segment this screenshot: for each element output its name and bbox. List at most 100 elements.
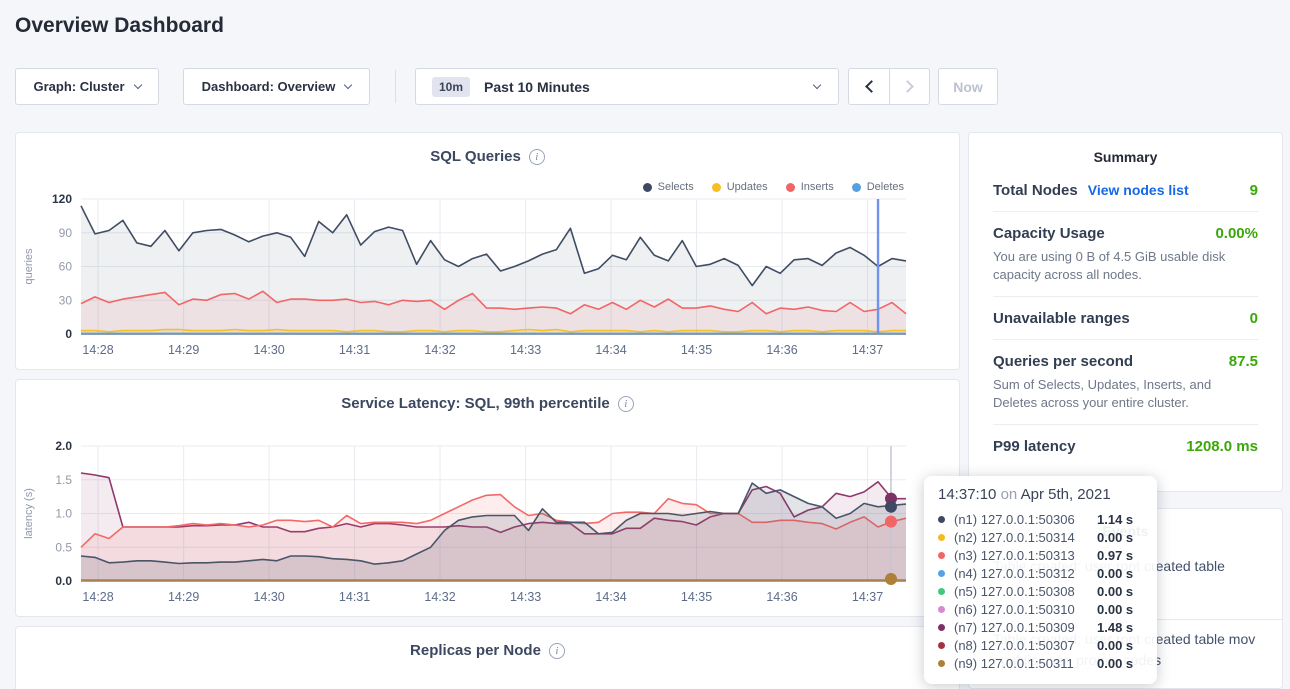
chevron-down-icon <box>813 80 821 88</box>
now-button[interactable]: Now <box>938 68 998 105</box>
summary-row: Queries per second 87.5 Sum of Selects, … <box>993 340 1258 425</box>
graph-dropdown[interactable]: Graph: Cluster <box>15 68 159 105</box>
node-color-dot-icon <box>938 552 945 559</box>
replicas-chart-title: Replicas per Node <box>410 642 541 659</box>
svg-text:14:33: 14:33 <box>510 590 541 604</box>
svg-text:queries: queries <box>23 248 35 285</box>
controls-divider <box>395 70 396 103</box>
svg-text:14:36: 14:36 <box>766 590 797 604</box>
svg-text:0.5: 0.5 <box>55 540 72 554</box>
svg-text:14:31: 14:31 <box>339 343 370 357</box>
tooltip-time: 14:37:10 <box>938 486 996 503</box>
node-color-dot-icon <box>938 534 945 541</box>
summary-row-label: Capacity Usage <box>993 225 1105 242</box>
svg-text:14:32: 14:32 <box>424 343 455 357</box>
chart-hover-tooltip: 14:37:10 on Apr 5th, 2021 (n1) 127.0.0.1… <box>924 476 1157 684</box>
node-color-dot-icon <box>938 570 945 577</box>
tooltip-node-row: (n2) 127.0.0.1:50314 0.00 s <box>938 528 1143 546</box>
svg-text:14:37: 14:37 <box>852 343 883 357</box>
svg-text:14:35: 14:35 <box>681 590 712 604</box>
tooltip-node-label: (n2) 127.0.0.1:50314 <box>954 530 1097 545</box>
summary-row-value: 0 <box>1250 310 1258 327</box>
summary-panel: Summary Total Nodes View nodes list 9 Ca… <box>968 132 1283 492</box>
summary-row-value: 87.5 <box>1229 353 1258 370</box>
summary-row-label: Total Nodes <box>993 182 1078 199</box>
svg-text:14:34: 14:34 <box>595 590 626 604</box>
svg-text:90: 90 <box>59 226 73 240</box>
node-color-dot-icon <box>938 660 945 667</box>
svg-text:0.0: 0.0 <box>55 574 72 588</box>
tooltip-node-label: (n9) 127.0.0.1:50311 <box>954 656 1097 671</box>
svg-text:14:29: 14:29 <box>168 590 199 604</box>
summary-row-desc: Sum of Selects, Updates, Inserts, and De… <box>993 376 1258 412</box>
svg-text:14:36: 14:36 <box>766 343 797 357</box>
time-range-badge: 10m <box>432 77 470 97</box>
svg-text:14:37: 14:37 <box>852 590 883 604</box>
info-icon[interactable]: i <box>549 643 565 659</box>
chevron-down-icon <box>133 80 141 88</box>
svg-text:14:32: 14:32 <box>424 590 455 604</box>
summary-row: Total Nodes View nodes list 9 <box>993 169 1258 212</box>
time-range-dropdown[interactable]: 10m Past 10 Minutes <box>415 68 839 105</box>
svg-text:14:29: 14:29 <box>168 343 199 357</box>
node-color-dot-icon <box>938 516 945 523</box>
summary-row-desc: You are using 0 B of 4.5 GiB usable disk… <box>993 248 1258 284</box>
summary-row: P99 latency 1208.0 ms <box>993 425 1258 467</box>
svg-text:14:31: 14:31 <box>339 590 370 604</box>
tooltip-node-label: (n7) 127.0.0.1:50309 <box>954 620 1097 635</box>
tooltip-node-value: 0.00 s <box>1097 530 1133 545</box>
tooltip-node-value: 0.00 s <box>1097 566 1133 581</box>
sql-queries-chart[interactable]: 030609012014:2814:2914:3014:3114:3214:33… <box>16 189 960 367</box>
tooltip-node-value: 0.00 s <box>1097 584 1133 599</box>
graph-dropdown-label: Graph: Cluster <box>33 79 124 94</box>
service-latency-chart-title: Service Latency: SQL, 99th percentile <box>341 395 609 412</box>
info-icon[interactable]: i <box>618 396 634 412</box>
tooltip-node-label: (n3) 127.0.0.1:50313 <box>954 548 1097 563</box>
tooltip-node-label: (n5) 127.0.0.1:50308 <box>954 584 1097 599</box>
tooltip-node-row: (n5) 127.0.0.1:50308 0.00 s <box>938 582 1143 600</box>
time-prev-button[interactable] <box>849 69 889 104</box>
tooltip-node-label: (n6) 127.0.0.1:50310 <box>954 602 1097 617</box>
page-title: Overview Dashboard <box>15 14 224 38</box>
svg-text:1.5: 1.5 <box>55 473 72 487</box>
svg-text:60: 60 <box>59 260 73 274</box>
dashboard-dropdown-label: Dashboard: Overview <box>202 79 336 94</box>
tooltip-node-value: 0.00 s <box>1097 656 1133 671</box>
summary-row-value: 0.00% <box>1215 225 1258 242</box>
tooltip-node-row: (n9) 127.0.0.1:50311 0.00 s <box>938 654 1143 672</box>
node-color-dot-icon <box>938 642 945 649</box>
chevron-right-icon <box>901 80 914 93</box>
summary-row-value: 9 <box>1250 182 1258 199</box>
svg-text:30: 30 <box>59 293 73 307</box>
tooltip-node-label: (n8) 127.0.0.1:50307 <box>954 638 1097 653</box>
summary-title: Summary <box>969 149 1282 165</box>
view-nodes-link[interactable]: View nodes list <box>1088 182 1189 198</box>
tooltip-on: on <box>1001 486 1018 503</box>
svg-text:14:30: 14:30 <box>253 343 284 357</box>
time-next-button[interactable] <box>889 69 929 104</box>
tooltip-node-value: 1.14 s <box>1097 512 1133 527</box>
summary-row: Unavailable ranges 0 <box>993 297 1258 340</box>
tooltip-node-value: 0.97 s <box>1097 548 1133 563</box>
tooltip-node-value: 0.00 s <box>1097 638 1133 653</box>
sql-queries-panel: SQL Queries i Selects Updates Inserts De… <box>15 132 960 370</box>
node-color-dot-icon <box>938 624 945 631</box>
summary-row-label: P99 latency <box>993 438 1076 455</box>
chevron-down-icon <box>344 80 352 88</box>
tooltip-node-label: (n4) 127.0.0.1:50312 <box>954 566 1097 581</box>
chevron-left-icon <box>865 80 878 93</box>
tooltip-node-row: (n6) 127.0.0.1:50310 0.00 s <box>938 600 1143 618</box>
tooltip-node-value: 0.00 s <box>1097 602 1133 617</box>
tooltip-node-row: (n4) 127.0.0.1:50312 0.00 s <box>938 564 1143 582</box>
service-latency-chart[interactable]: 0.00.51.01.52.014:2814:2914:3014:3114:32… <box>16 436 960 614</box>
replicas-panel: Replicas per Node i <box>15 626 960 689</box>
info-icon[interactable]: i <box>529 149 545 165</box>
svg-text:14:30: 14:30 <box>253 590 284 604</box>
svg-text:14:33: 14:33 <box>510 343 541 357</box>
tooltip-node-row: (n3) 127.0.0.1:50313 0.97 s <box>938 546 1143 564</box>
tooltip-date: Apr 5th, 2021 <box>1021 486 1111 503</box>
service-latency-panel: Service Latency: SQL, 99th percentile i … <box>15 379 960 617</box>
node-color-dot-icon <box>938 588 945 595</box>
dashboard-dropdown[interactable]: Dashboard: Overview <box>183 68 370 105</box>
summary-row-value: 1208.0 ms <box>1186 438 1258 455</box>
